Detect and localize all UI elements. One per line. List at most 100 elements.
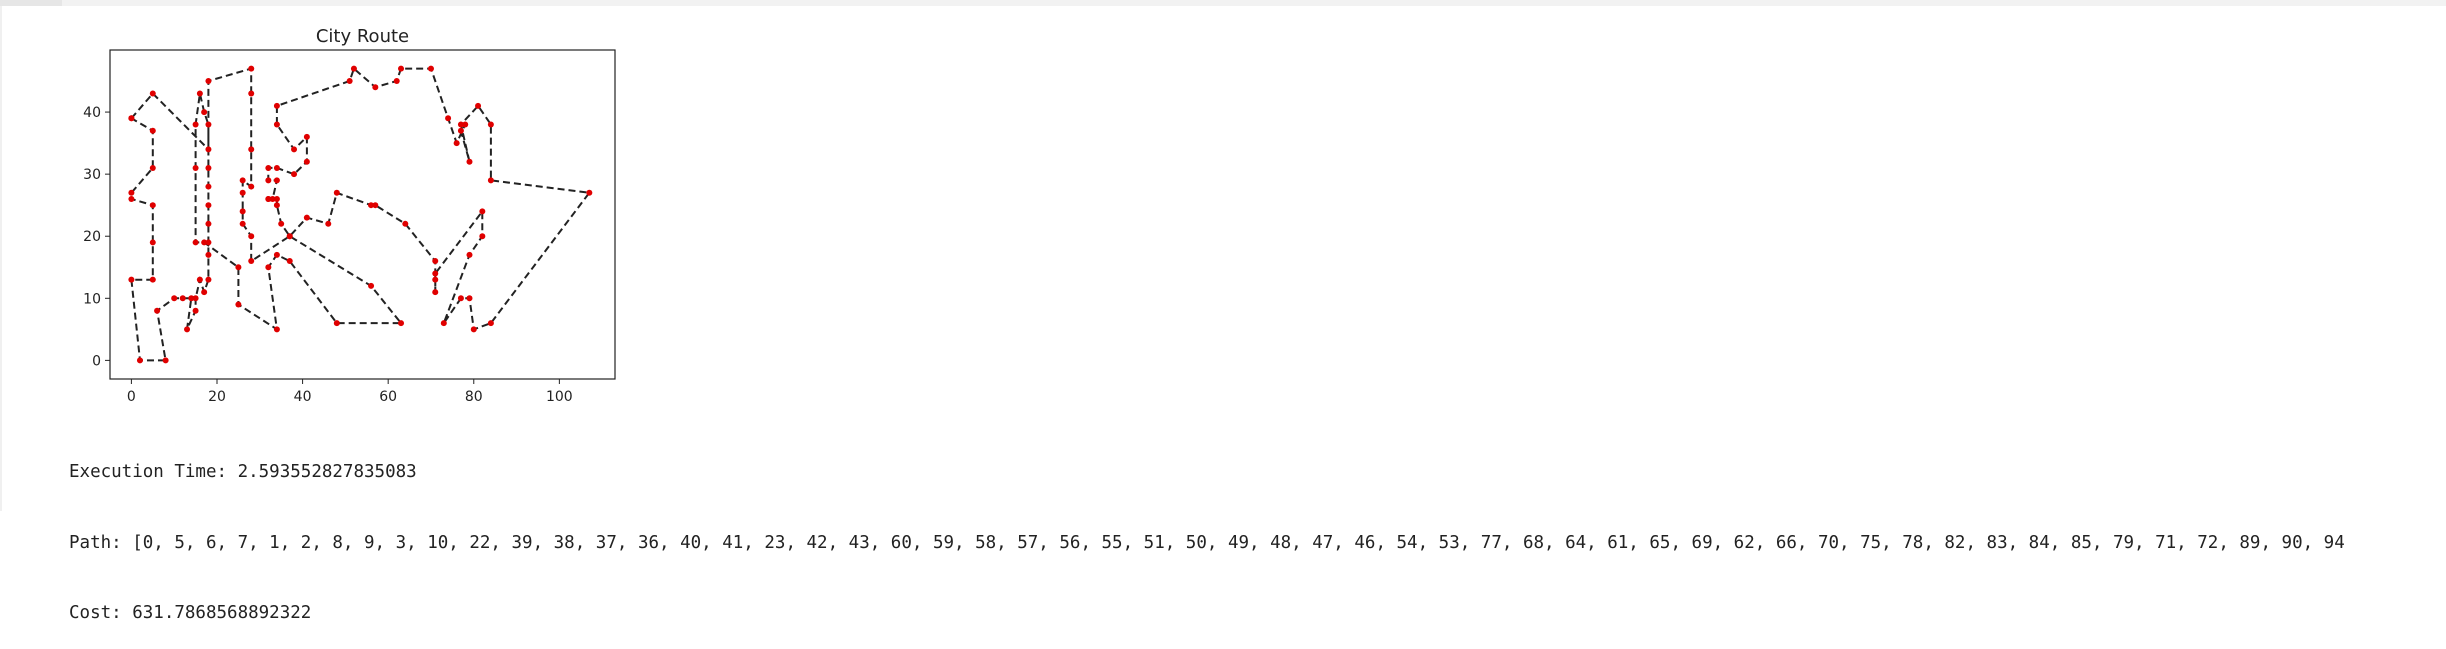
cell-output: Execution Time: 2.593552827835083 Path: … — [69, 414, 2345, 649]
city-point — [273, 164, 280, 171]
city-point — [239, 189, 246, 196]
cost-text: Cost: 631.7868568892322 — [69, 603, 312, 623]
city-point — [149, 127, 156, 134]
city-point — [235, 264, 242, 271]
city-point — [205, 78, 212, 85]
city-point — [248, 183, 255, 190]
city-point — [149, 239, 156, 246]
city-point — [273, 202, 280, 209]
chart-title: City Route — [316, 26, 409, 47]
x-tick-label: 0 — [127, 389, 136, 405]
city-point — [398, 320, 405, 327]
city-point — [466, 158, 473, 165]
city-point — [201, 289, 208, 296]
city-point — [265, 164, 272, 171]
city-point — [248, 233, 255, 240]
y-tick-label: 0 — [92, 353, 101, 369]
city-point — [333, 189, 340, 196]
city-point — [466, 295, 473, 302]
y-tick-label: 20 — [83, 229, 101, 245]
city-point — [479, 208, 486, 215]
city-point — [205, 183, 212, 190]
x-tick-label: 80 — [465, 389, 483, 405]
city-point — [248, 65, 255, 72]
city-point — [265, 177, 272, 184]
city-point — [179, 295, 186, 302]
city-point — [475, 102, 482, 109]
city-point — [128, 115, 135, 122]
city-point — [239, 177, 246, 184]
city-point — [273, 326, 280, 333]
city-point — [286, 233, 293, 240]
city-point — [432, 276, 439, 283]
city-point — [273, 177, 280, 184]
city-point — [432, 258, 439, 265]
city-point — [453, 140, 460, 147]
city-point — [205, 276, 212, 283]
city-point — [192, 121, 199, 128]
city-point — [303, 214, 310, 221]
city-point — [265, 264, 272, 271]
city-point — [196, 276, 203, 283]
city-point — [149, 202, 156, 209]
city-point — [333, 320, 340, 327]
city-point — [440, 320, 447, 327]
city-point — [201, 109, 208, 116]
plot-area: City Route 0 20 40 60 80 100 0 10 20 30 40 — [83, 26, 616, 405]
city-point — [462, 121, 469, 128]
city-point — [205, 121, 212, 128]
city-point — [457, 295, 464, 302]
city-point — [205, 164, 212, 171]
city-point — [235, 301, 242, 308]
city-point — [149, 276, 156, 283]
city-point — [149, 90, 156, 97]
city-point — [149, 164, 156, 171]
city-point — [427, 65, 434, 72]
execution-time-text: Execution Time: 2.593552827835083 — [69, 462, 417, 482]
city-point — [291, 171, 298, 178]
city-point — [346, 78, 353, 85]
y-tick-label: 30 — [83, 167, 101, 183]
city-point — [128, 195, 135, 202]
city-point — [372, 84, 379, 91]
city-point — [445, 115, 452, 122]
city-point — [265, 195, 272, 202]
city-point — [188, 295, 195, 302]
city-point — [136, 357, 143, 364]
city-point — [248, 90, 255, 97]
city-point — [291, 146, 298, 153]
city-point — [487, 121, 494, 128]
city-point — [248, 146, 255, 153]
city-point — [368, 282, 375, 289]
city-point — [372, 202, 379, 209]
city-point — [196, 90, 203, 97]
city-point — [479, 233, 486, 240]
path-text: Path: [0, 5, 6, 7, 1, 2, 8, 9, 3, 10, 22… — [69, 532, 2345, 553]
x-tick-label: 40 — [294, 389, 312, 405]
city-point — [273, 251, 280, 258]
city-point — [239, 208, 246, 215]
city-point — [457, 127, 464, 134]
y-tick-label: 10 — [83, 291, 101, 307]
city-point — [303, 158, 310, 165]
city-point — [192, 164, 199, 171]
y-tick-label: 40 — [83, 105, 101, 121]
route-line — [130, 66, 592, 362]
x-tick-label: 60 — [379, 389, 397, 405]
city-point — [487, 320, 494, 327]
city-point — [466, 251, 473, 258]
city-point — [487, 177, 494, 184]
city-point — [154, 307, 161, 314]
city-point — [205, 239, 212, 246]
city-point — [273, 195, 280, 202]
city-point — [393, 78, 400, 85]
city-point — [273, 121, 280, 128]
city-point — [586, 189, 593, 196]
city-point — [171, 295, 178, 302]
city-point — [128, 276, 135, 283]
city-point — [432, 270, 439, 277]
city-point — [286, 258, 293, 265]
x-tick-label: 100 — [546, 389, 573, 405]
x-tick-label: 20 — [208, 389, 226, 405]
city-point — [192, 307, 199, 314]
